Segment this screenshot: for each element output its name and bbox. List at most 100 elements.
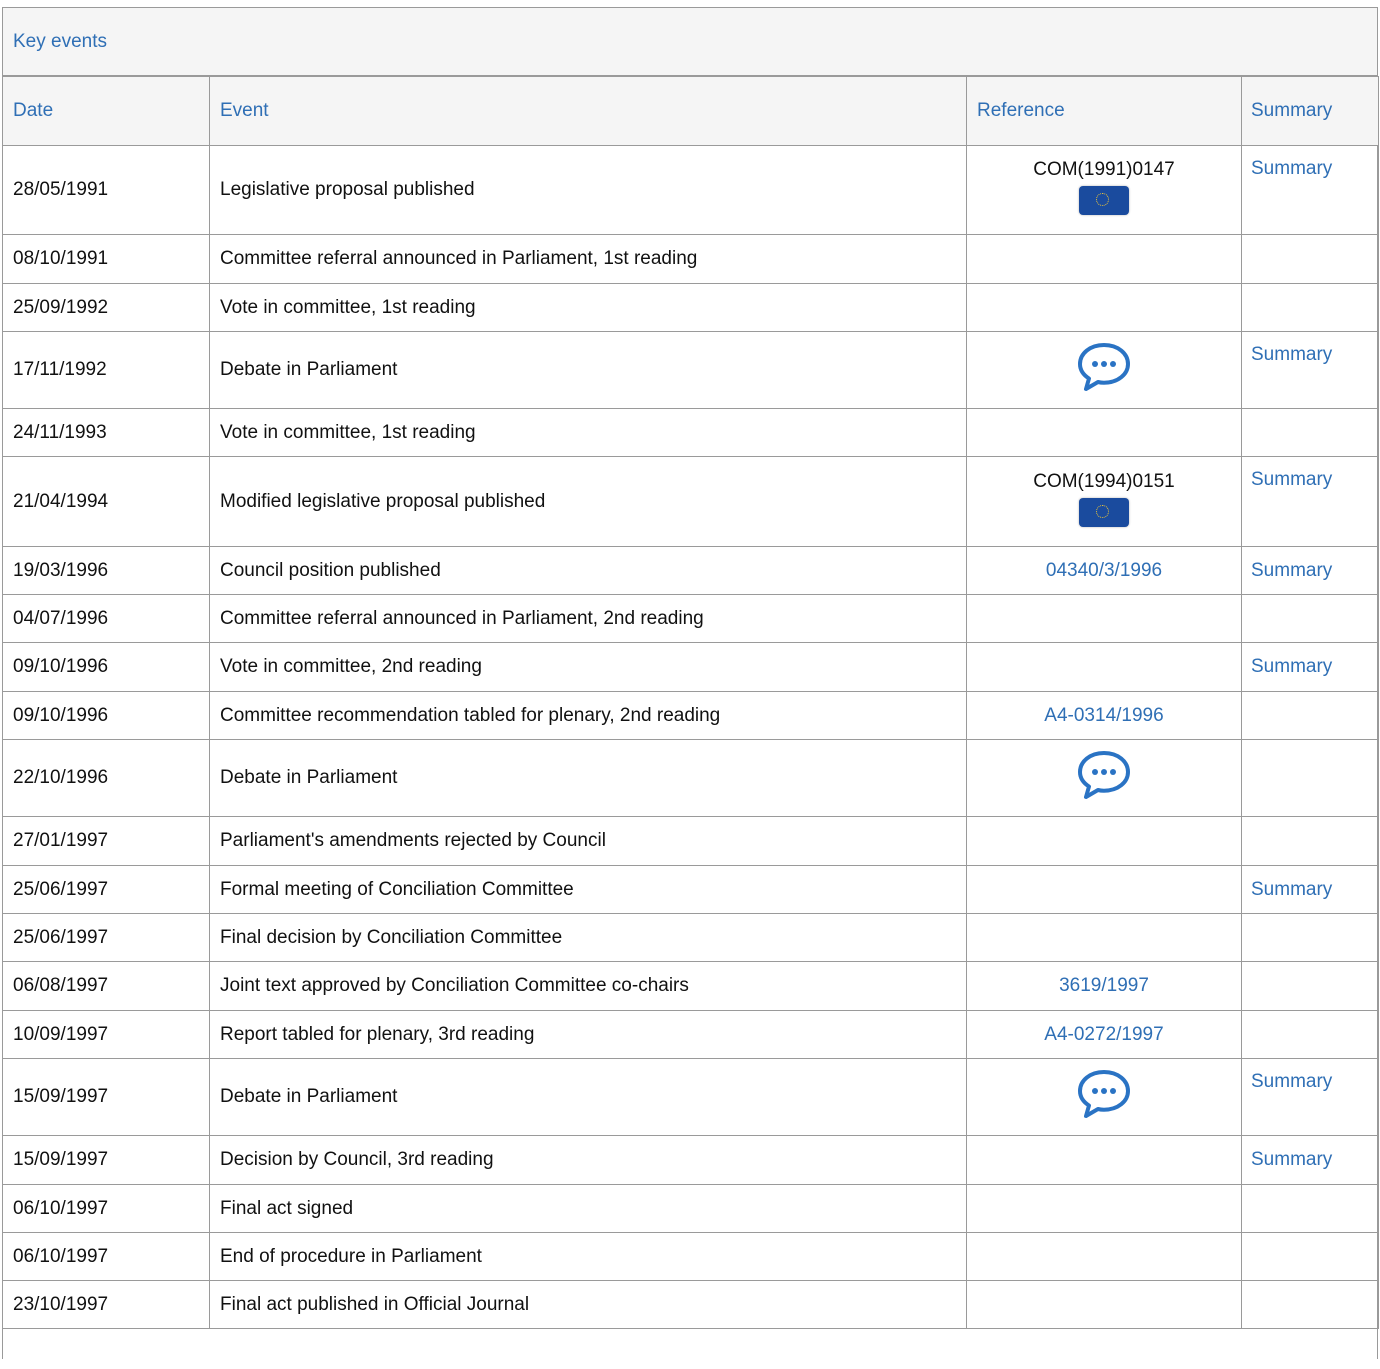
cell-event: Council position published [209,546,967,595]
cell-event: Committee referral announced in Parliame… [209,234,967,284]
cell-date: 21/04/1994 [2,456,210,547]
cell-summary [1241,739,1379,817]
cell-date: 22/10/1996 [2,739,210,817]
cell-summary [1241,1280,1379,1329]
cell-event: Final act published in Official Journal [209,1280,967,1329]
cell-date: 04/07/1996 [2,594,210,643]
debate-speech-bubble-icon[interactable] [1077,1068,1131,1120]
cell-event: Debate in Parliament [209,1058,967,1136]
summary-link[interactable]: Summary [1251,1149,1332,1170]
debate-link[interactable] [1077,749,1131,807]
cell-summary: Summary [1241,642,1379,692]
table-row: 19/03/1996 Council position published 0434… [2,546,1379,595]
cell-date: 09/10/1996 [2,691,210,740]
debate-speech-bubble-icon[interactable] [1077,341,1131,393]
cell-event: Formal meeting of Conciliation Committee [209,865,967,914]
debate-link[interactable] [1077,341,1131,399]
cell-date: 28/05/1991 [2,145,210,235]
table-header-row: Date Event Reference Summary [2,76,1379,146]
cell-event: Modified legislative proposal published [209,456,967,547]
cell-summary [1241,913,1379,962]
cell-date: 06/10/1997 [2,1184,210,1233]
cell-summary [1241,816,1379,866]
table-row: 09/10/1996 Vote in committee, 2nd reading… [2,642,1379,692]
cell-date: 25/06/1997 [2,913,210,962]
cell-event: Vote in committee, 1st reading [209,283,967,332]
eu-flag-icon[interactable] [1079,497,1129,527]
cell-summary [1241,408,1379,457]
cell-date: 15/09/1997 [2,1058,210,1136]
table-row: 21/04/1994 Modified legislative proposal … [2,456,1379,547]
table-row: 06/10/1997 Final act signed [2,1184,1379,1233]
summary-link[interactable]: Summary [1251,344,1332,365]
panel-title: Key events [13,30,107,52]
cell-summary [1241,691,1379,740]
column-header-summary: Summary [1241,76,1379,146]
cell-reference [966,1280,1242,1329]
cell-date: 06/08/1997 [2,961,210,1011]
cell-event: Debate in Parliament [209,331,967,409]
reference-link[interactable]: 3619/1997 [1059,975,1149,996]
column-header-date: Date [2,76,210,146]
cell-date: 08/10/1991 [2,234,210,284]
cell-reference [966,739,1242,817]
summary-link[interactable]: Summary [1251,879,1332,900]
summary-link[interactable]: Summary [1251,560,1332,581]
cell-date: 17/11/1992 [2,331,210,409]
table-row: 24/11/1993 Vote in committee, 1st reading [2,408,1379,457]
debate-link[interactable] [1077,1068,1131,1126]
table-row: 09/10/1996 Committee recommendation table… [2,691,1379,740]
summary-link[interactable]: Summary [1251,1071,1332,1092]
table-row: 22/10/1996 Debate in Parliament [2,739,1379,817]
key-events-panel: Key events Date Event Reference Summary … [2,7,1379,1359]
cell-reference [966,1135,1242,1185]
reference-text: COM(1994)0151 [1033,470,1175,492]
key-events-table: Date Event Reference Summary 28/05/1991 L… [2,76,1379,1329]
cell-reference [966,816,1242,866]
cell-date: 25/09/1992 [2,283,210,332]
table-row: 15/09/1997 Debate in Parliament Summary [2,1058,1379,1136]
cell-reference [966,283,1242,332]
table-row: 28/05/1991 Legislative proposal published… [2,145,1379,235]
cell-reference [966,594,1242,643]
cell-event: End of procedure in Parliament [209,1232,967,1281]
table-row: 06/08/1997 Joint text approved by Concili… [2,961,1379,1011]
summary-link[interactable]: Summary [1251,656,1332,677]
cell-date: 24/11/1993 [2,408,210,457]
cell-summary [1241,283,1379,332]
panel-header: Key events [3,8,1377,76]
cell-event: Vote in committee, 1st reading [209,408,967,457]
table-row: 06/10/1997 End of procedure in Parliament [2,1232,1379,1281]
table-row: 04/07/1996 Committee referral announced i… [2,594,1379,643]
reference-link[interactable]: 04340/3/1996 [1046,560,1162,581]
eu-flag-icon[interactable] [1079,186,1129,215]
cell-summary: Summary [1241,1135,1379,1185]
cell-event: Legislative proposal published [209,145,967,235]
cell-summary: Summary [1241,456,1379,547]
debate-speech-bubble-icon[interactable] [1077,749,1131,801]
summary-link[interactable]: Summary [1251,469,1332,490]
table-row: 23/10/1997 Final act published in Officia… [2,1280,1379,1329]
cell-reference: COM(1994)0151 [966,456,1242,547]
cell-event: Committee recommendation tabled for plen… [209,691,967,740]
table-row: 25/09/1992 Vote in committee, 1st reading [2,283,1379,332]
cell-event: Vote in committee, 2nd reading [209,642,967,692]
cell-summary: Summary [1241,546,1379,595]
column-header-reference: Reference [966,76,1242,146]
cell-event: Committee referral announced in Parliame… [209,594,967,643]
cell-date: 15/09/1997 [2,1135,210,1185]
cell-summary: Summary [1241,331,1379,409]
cell-event: Final decision by Conciliation Committee [209,913,967,962]
cell-date: 25/06/1997 [2,865,210,914]
cell-event: Debate in Parliament [209,739,967,817]
reference-link[interactable]: A4-0272/1997 [1044,1024,1163,1045]
column-header-event: Event [209,76,967,146]
cell-event: Report tabled for plenary, 3rd reading [209,1010,967,1059]
table-row: 27/01/1997 Parliament's amendments reject… [2,816,1379,866]
reference-link[interactable]: A4-0314/1996 [1044,705,1163,726]
cell-reference: A4-0314/1996 [966,691,1242,740]
reference-text: COM(1991)0147 [1033,159,1175,180]
cell-reference [966,1184,1242,1233]
cell-date: 09/10/1996 [2,642,210,692]
summary-link[interactable]: Summary [1251,158,1332,179]
